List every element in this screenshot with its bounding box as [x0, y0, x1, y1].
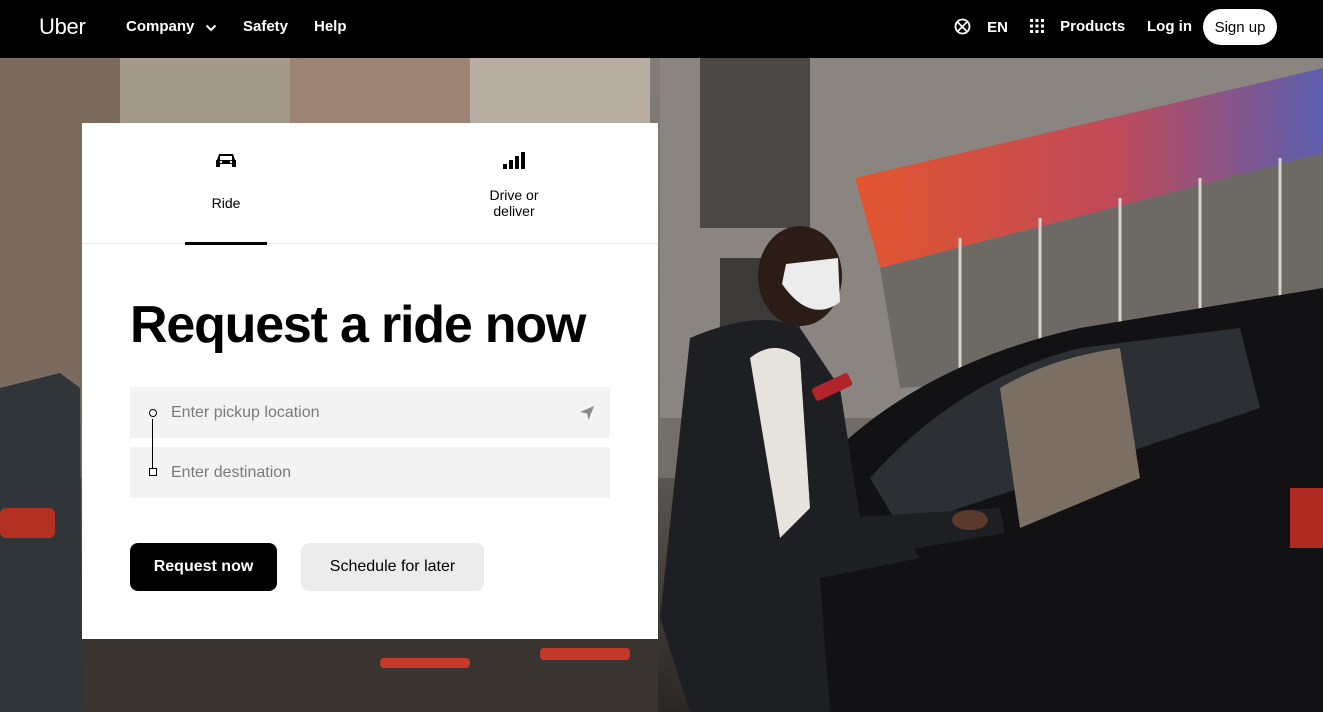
chevron-down-icon — [205, 19, 217, 36]
ride-request-card: Ride Drive or deliver Request a ride now… — [82, 123, 658, 639]
tab-ride[interactable]: Ride — [185, 123, 267, 245]
signup-button[interactable]: Sign up — [1203, 9, 1277, 45]
language-label: EN — [987, 19, 1009, 36]
schedule-later-button[interactable]: Schedule for later — [301, 543, 484, 591]
signal-bars-icon — [503, 152, 525, 174]
tab-drive-or-deliver[interactable]: Drive or deliver — [470, 123, 558, 244]
pickup-location-input[interactable] — [130, 387, 610, 438]
tab-drive-label: Drive or deliver — [489, 187, 539, 219]
globe-icon — [954, 18, 987, 36]
tab-ride-label: Ride — [211, 195, 241, 211]
nav-company-menu[interactable]: Company — [126, 18, 217, 36]
uber-logo[interactable]: Uber — [39, 14, 86, 40]
origin-dot-icon — [149, 409, 157, 417]
login-link[interactable]: Log in — [1147, 18, 1192, 35]
route-connector — [152, 419, 153, 468]
top-navigation: Uber Company Safety Help EN Products Log… — [0, 0, 1323, 58]
product-tabs: Ride Drive or deliver — [82, 123, 658, 245]
car-icon — [215, 152, 237, 175]
products-label: Products — [1060, 18, 1126, 35]
active-tab-indicator — [185, 242, 267, 245]
request-now-button[interactable]: Request now — [130, 543, 277, 591]
grid-icon — [1030, 18, 1060, 35]
page-title: Request a ride now — [130, 296, 586, 354]
nav-company-label: Company — [126, 18, 195, 35]
location-arrow-icon[interactable] — [579, 405, 595, 426]
nav-safety-link[interactable]: Safety — [243, 18, 288, 35]
language-selector[interactable]: EN — [954, 18, 1008, 36]
destination-input[interactable] — [130, 447, 610, 498]
destination-square-icon — [149, 468, 157, 476]
nav-help-link[interactable]: Help — [314, 18, 347, 35]
products-menu[interactable]: Products — [1030, 18, 1125, 35]
